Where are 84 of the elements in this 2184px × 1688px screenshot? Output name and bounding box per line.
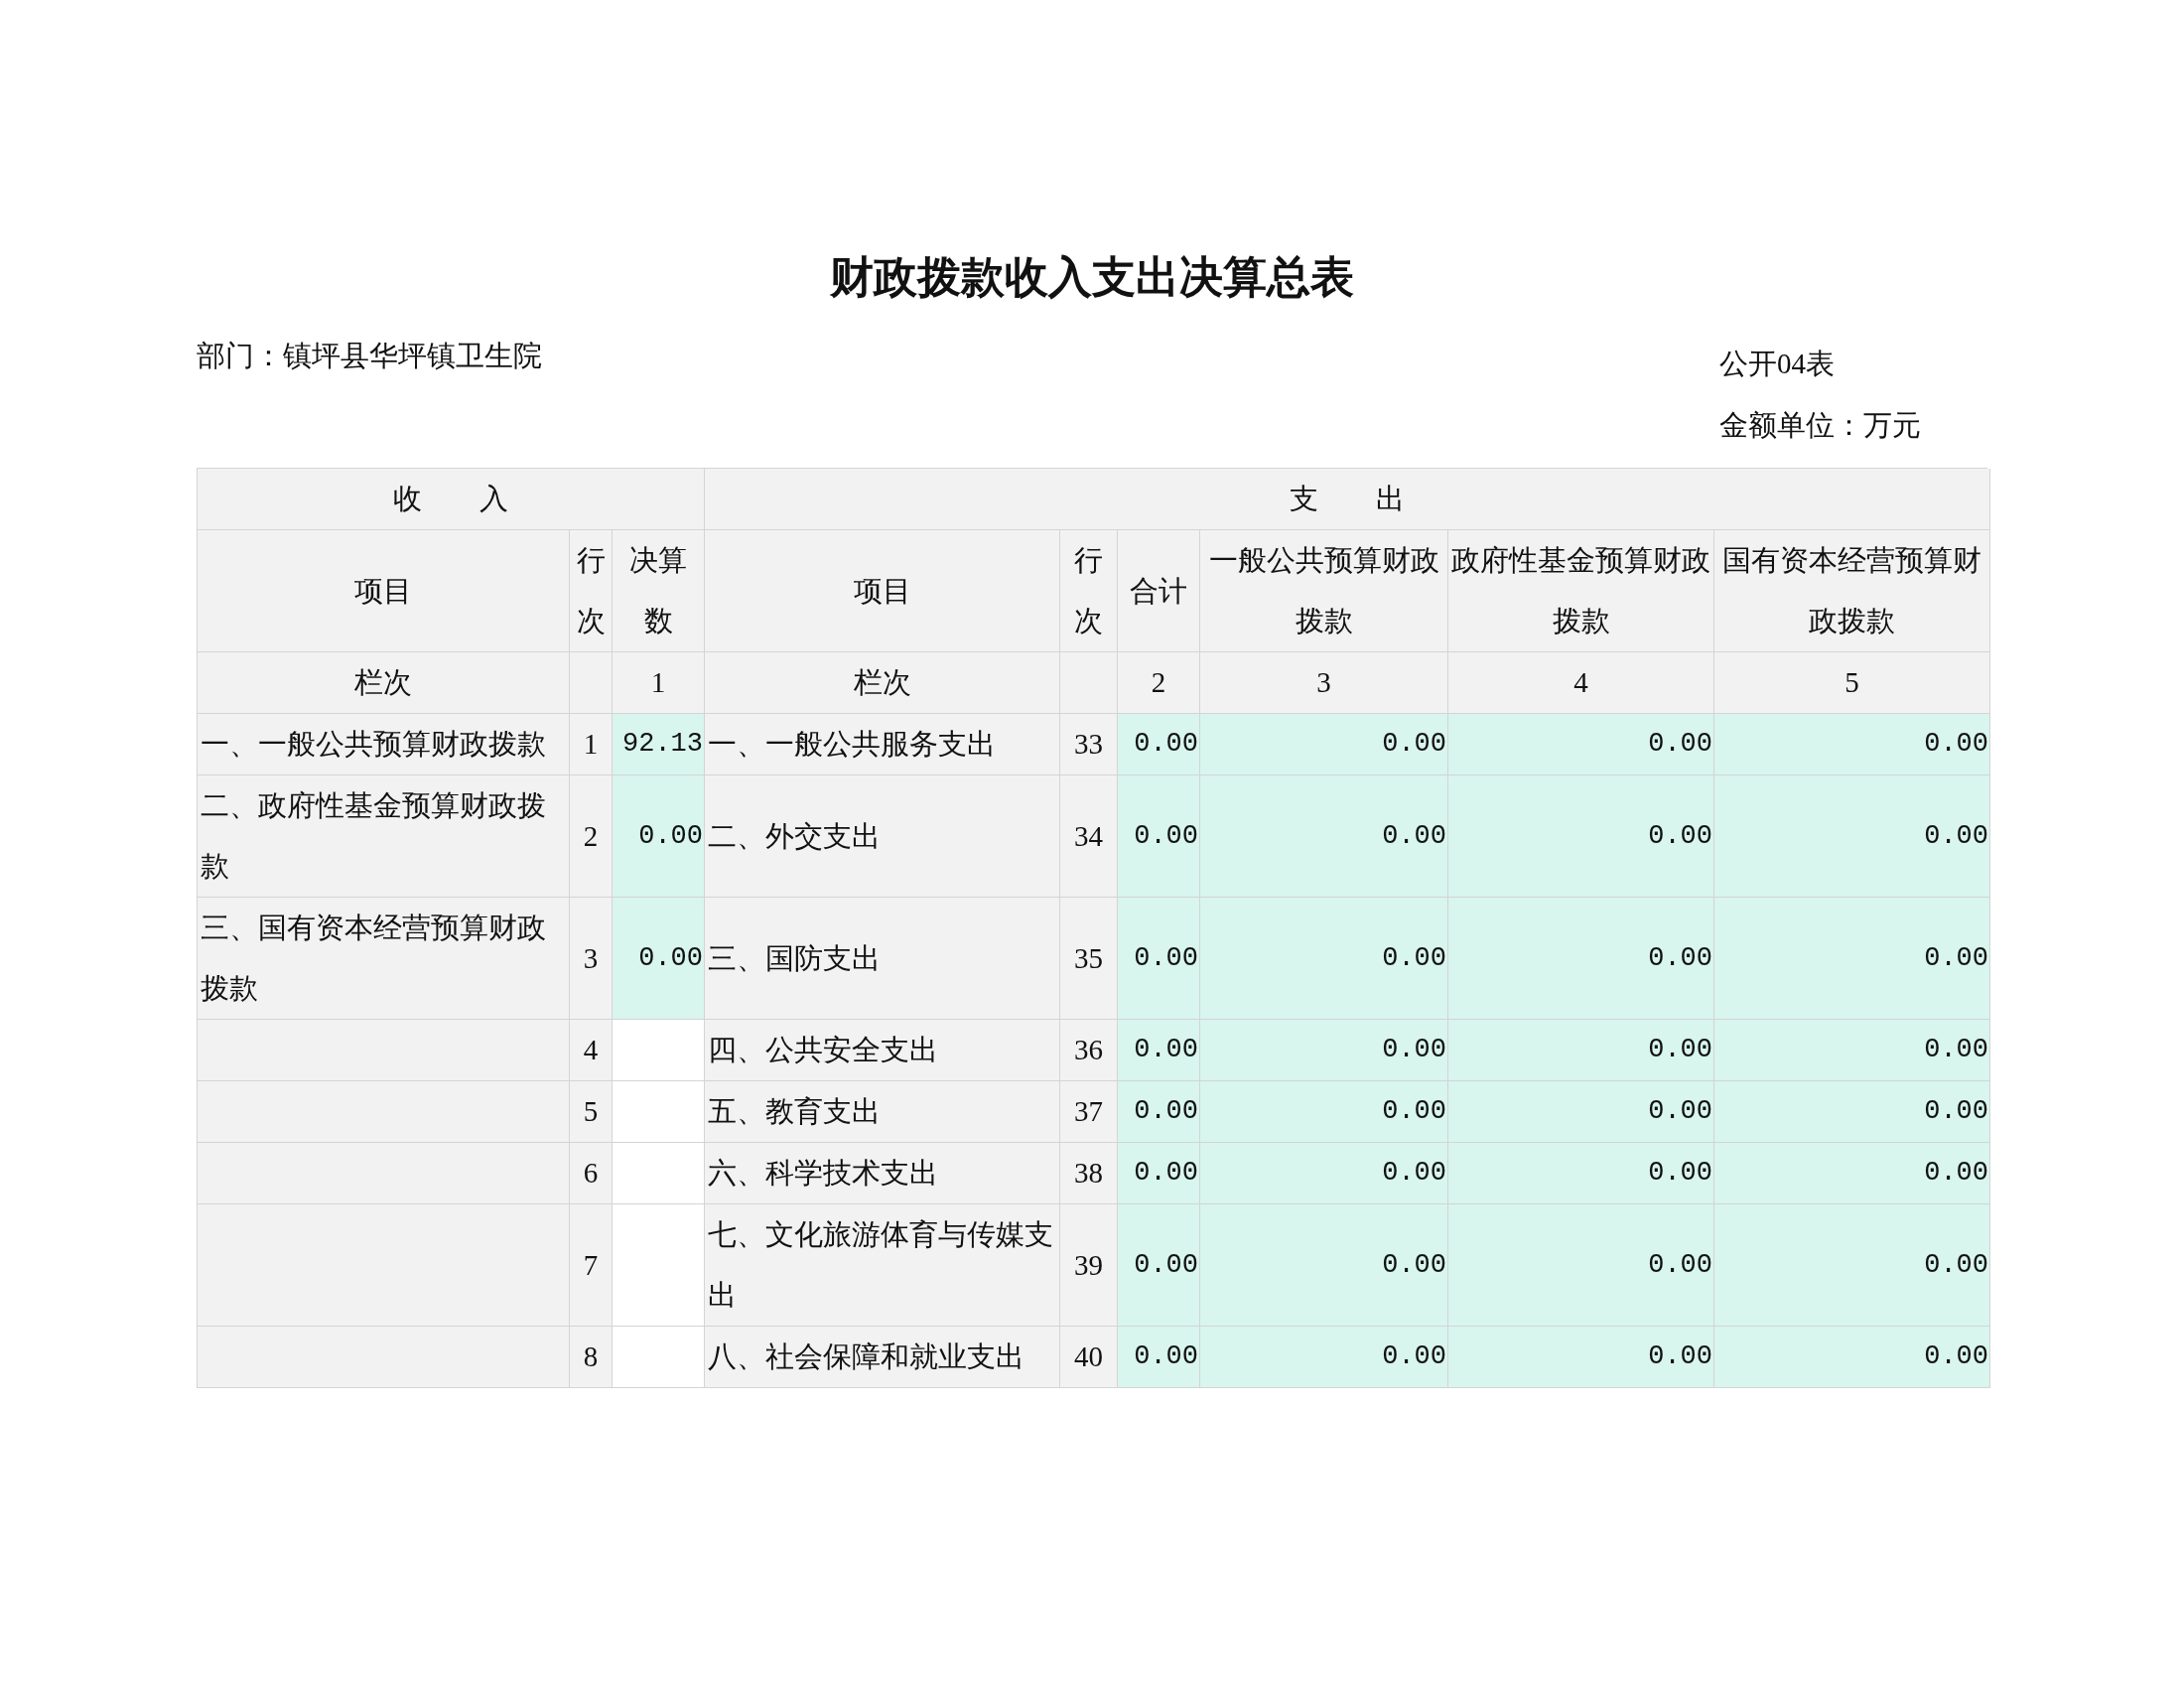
table-cell: 1 <box>570 714 613 775</box>
header-cell: 项目 <box>705 530 1060 652</box>
table-cell: 0.00 <box>1118 1020 1200 1081</box>
table-cell: 0.00 <box>1118 898 1200 1020</box>
header-cell: 5 <box>1714 652 1990 714</box>
header-cell: 4 <box>1448 652 1714 714</box>
table-cell: 0.00 <box>1200 775 1448 898</box>
table-cell: 三、国防支出 <box>705 898 1060 1020</box>
table-cell: 0.00 <box>1448 775 1714 898</box>
department-label: 部门：镇坪县华坪镇卫生院 <box>197 339 542 373</box>
table-cell: 0.00 <box>1714 1143 1990 1204</box>
table-cell: 0.00 <box>1448 714 1714 775</box>
header-cell: 2 <box>1118 652 1200 714</box>
table-cell: 0.00 <box>1200 714 1448 775</box>
table-cell: 0.00 <box>1714 1081 1990 1143</box>
table-cell: 35 <box>1060 898 1118 1020</box>
header-cell: 国有资本经营预算财政拨款 <box>1714 530 1990 652</box>
report-title: 财政拨款收入支出决算总表 <box>829 251 1355 303</box>
header-cell: 1 <box>613 652 705 714</box>
table-cell: 0.00 <box>1448 898 1714 1020</box>
header-cell: 合计 <box>1118 530 1200 652</box>
table-cell: 0.00 <box>1118 1204 1200 1327</box>
header-cell: 项目 <box>198 530 570 652</box>
table-cell: 三、国有资本经营预算财政拨款 <box>198 898 570 1020</box>
table-cell: 一、一般公共预算财政拨款 <box>198 714 570 775</box>
header-cell: 支 出 <box>705 469 1990 530</box>
table-cell: 0.00 <box>613 775 705 898</box>
table-cell: 0.00 <box>1714 714 1990 775</box>
table-cell: 六、科学技术支出 <box>705 1143 1060 1204</box>
header-cell: 行次 <box>1060 530 1118 652</box>
header-cell: 收 入 <box>198 469 705 530</box>
table-cell: 五、教育支出 <box>705 1081 1060 1143</box>
table-cell: 0.00 <box>1448 1143 1714 1204</box>
table-cell: 0.00 <box>1200 1020 1448 1081</box>
table-cell: 0.00 <box>1200 1327 1448 1388</box>
table-cell: 8 <box>570 1327 613 1388</box>
header-cell: 一般公共预算财政拨款 <box>1200 530 1448 652</box>
table-cell: 0.00 <box>1118 1081 1200 1143</box>
table-cell: 0.00 <box>1118 1143 1200 1204</box>
table-cell: 0.00 <box>1200 1081 1448 1143</box>
table-cell: 92.13 <box>613 714 705 775</box>
header-cell: 栏次 <box>198 652 570 714</box>
form-number: 公开04表 <box>1719 347 1836 381</box>
table-cell: 八、社会保障和就业支出 <box>705 1327 1060 1388</box>
table-cell: 34 <box>1060 775 1118 898</box>
header-cell: 决算数 <box>613 530 705 652</box>
table-cell: 0.00 <box>1118 714 1200 775</box>
table-cell: 0.00 <box>1714 1020 1990 1081</box>
table-cell: 0.00 <box>1448 1020 1714 1081</box>
table-cell: 0.00 <box>1118 775 1200 898</box>
table-cell: 一、一般公共服务支出 <box>705 714 1060 775</box>
table-cell: 0.00 <box>1448 1327 1714 1388</box>
table-cell: 0.00 <box>1118 1327 1200 1388</box>
table-cell: 七、文化旅游体育与传媒支出 <box>705 1204 1060 1327</box>
table-cell: 3 <box>570 898 613 1020</box>
header-cell: 行次 <box>570 530 613 652</box>
table-cell: 0.00 <box>1200 1204 1448 1327</box>
table-cell: 二、外交支出 <box>705 775 1060 898</box>
table-cell: 7 <box>570 1204 613 1327</box>
table-cell: 37 <box>1060 1081 1118 1143</box>
table-cell: 0.00 <box>1200 898 1448 1020</box>
header-cell: 3 <box>1200 652 1448 714</box>
table-cell: 0.00 <box>1714 898 1990 1020</box>
table-cell: 0.00 <box>613 898 705 1020</box>
table-cell: 5 <box>570 1081 613 1143</box>
header-cell: 栏次 <box>705 652 1060 714</box>
table-cell: 0.00 <box>1448 1081 1714 1143</box>
table-cell: 4 <box>570 1020 613 1081</box>
table-cell: 33 <box>1060 714 1118 775</box>
table-cell: 0.00 <box>1714 1204 1990 1327</box>
table-cell: 39 <box>1060 1204 1118 1327</box>
table-cell: 二、政府性基金预算财政拨款 <box>198 775 570 898</box>
table-cell: 0.00 <box>1448 1204 1714 1327</box>
unit-label: 金额单位：万元 <box>1719 408 1922 443</box>
table-cell: 四、公共安全支出 <box>705 1020 1060 1081</box>
table-cell: 0.00 <box>1200 1143 1448 1204</box>
table-cell: 0.00 <box>1714 1327 1990 1388</box>
table-cell: 0.00 <box>1714 775 1990 898</box>
table-cell: 40 <box>1060 1327 1118 1388</box>
table-cell: 6 <box>570 1143 613 1204</box>
header-cell: 政府性基金预算财政拨款 <box>1448 530 1714 652</box>
table-cell: 38 <box>1060 1143 1118 1204</box>
table-cell: 36 <box>1060 1020 1118 1081</box>
table-cell: 2 <box>570 775 613 898</box>
